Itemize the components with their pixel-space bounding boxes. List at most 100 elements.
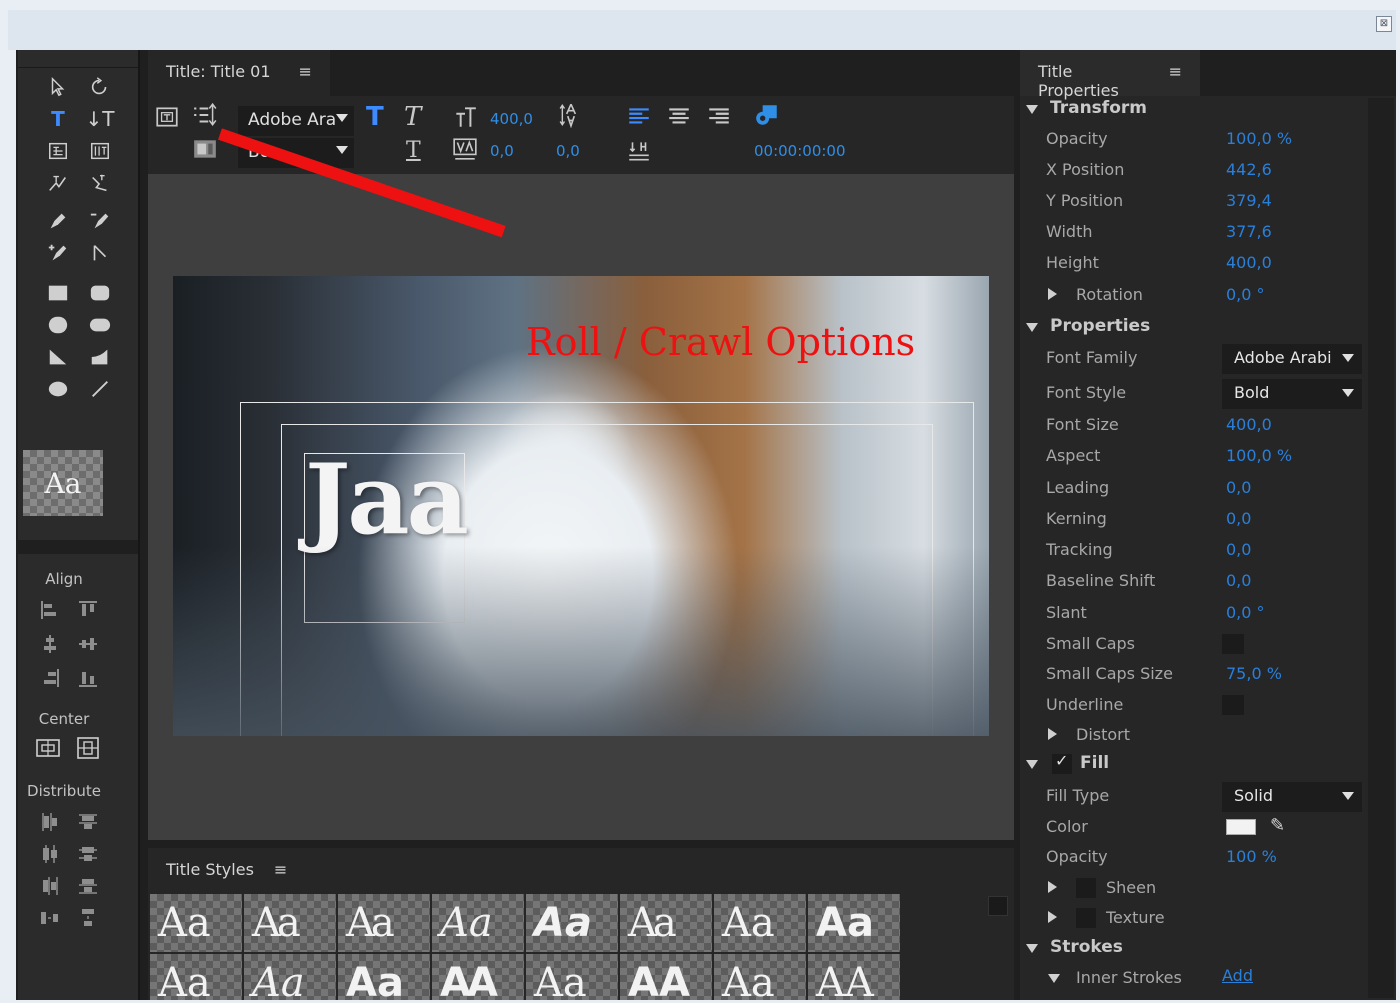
property-value[interactable]: 0,0 [1226,540,1251,559]
small-caps-checkbox[interactable] [1222,634,1244,654]
distribute-right-icon[interactable] [38,874,62,898]
properties-section[interactable]: Properties [1020,313,1366,341]
texture-checkbox[interactable] [1076,908,1096,928]
title-styles-tab[interactable]: Title Styles ≡ [148,848,305,894]
style-swatch[interactable]: Aa [244,894,336,952]
property-value[interactable]: 400,0 [1226,415,1272,434]
expand-triangle-icon[interactable] [1026,760,1038,769]
distribute-center-horizontal-icon[interactable] [38,842,62,866]
distribute-even-vertical-icon[interactable] [76,906,100,930]
property-value[interactable]: 377,6 [1226,222,1272,241]
property-value[interactable]: 0,0 [1226,571,1251,590]
distribute-bottom-icon[interactable] [76,874,100,898]
bold-icon[interactable]: T [366,102,384,132]
style-swatch[interactable]: Aa [526,894,618,952]
kerning-value[interactable]: 0,0 [490,142,514,160]
italic-icon[interactable]: T [404,102,421,132]
rounded-corner-tool-icon[interactable] [82,310,118,340]
font-style-dropdown[interactable]: Bold [1222,379,1362,409]
align-center-horizontal-icon[interactable] [38,632,62,656]
align-center-vertical-icon[interactable] [76,632,100,656]
roll-crawl-options-icon[interactable] [192,102,218,133]
properties-scrollbar[interactable] [1368,98,1394,998]
sheen-row[interactable]: Sheen [1020,874,1366,902]
property-value[interactable]: 0,0 [1226,478,1251,497]
delete-anchor-point-icon[interactable] [82,206,118,236]
style-swatch[interactable]: Aa [432,894,524,952]
style-swatch[interactable]: AA [620,954,712,1000]
title-text-object[interactable]: Jaa [305,452,469,548]
vertical-type-tool-icon[interactable]: ↓T [82,104,118,134]
align-center-text-icon[interactable] [666,104,692,135]
align-top-icon[interactable] [76,598,100,622]
underline-icon[interactable]: T [406,138,421,163]
title-styles-menu-icon[interactable]: ≡ [274,860,287,882]
distribute-even-horizontal-icon[interactable] [38,906,62,930]
style-swatch[interactable]: AA [808,954,900,1000]
rectangle-tool-icon[interactable] [40,278,76,308]
expand-triangle-icon[interactable] [1048,881,1057,893]
font-family-dropdown[interactable]: Adobe Arabi [1222,344,1362,374]
style-swatch[interactable]: Aa [338,894,430,952]
center-horizontal-icon[interactable] [36,736,64,760]
eyedropper-icon[interactable]: ✎ [1270,815,1285,836]
vertical-area-type-tool-icon[interactable] [82,136,118,166]
align-left-text-icon[interactable] [626,104,652,135]
property-value[interactable]: 0,0 [1226,509,1251,528]
sheen-checkbox[interactable] [1076,878,1096,898]
transform-section[interactable]: Transform [1020,95,1366,123]
font-family-select[interactable]: Adobe Ara [238,106,354,136]
ellipse-tool-icon[interactable] [40,374,76,404]
property-value[interactable]: 100 % [1226,847,1277,866]
property-value[interactable]: 0,0 ° [1226,603,1265,622]
area-type-tool-icon[interactable] [40,136,76,166]
vertical-path-type-tool-icon[interactable] [82,168,118,198]
new-title-icon[interactable] [154,104,180,135]
arc-tool-icon[interactable] [82,342,118,372]
property-value[interactable]: 379,4 [1226,191,1272,210]
distribute-left-icon[interactable] [38,810,62,834]
leading-value[interactable]: 0,0 [556,142,580,160]
close-icon[interactable]: ⊠ [1376,16,1392,32]
style-swatch[interactable]: Aa [244,954,336,1000]
expand-triangle-icon[interactable] [1048,288,1057,300]
title-properties-tab[interactable]: Title Properties ≡ [1020,50,1200,100]
expand-triangle-icon[interactable] [1048,911,1057,923]
texture-row[interactable]: Texture [1020,904,1366,932]
title-styles-scrollbar[interactable] [988,896,1008,916]
path-type-tool-icon[interactable] [40,168,76,198]
style-swatch[interactable]: Aa [150,954,242,1000]
style-swatch[interactable]: Aa [620,894,712,952]
align-bottom-icon[interactable] [76,666,100,690]
add-anchor-point-icon[interactable] [40,238,76,268]
line-tool-icon[interactable] [82,374,118,404]
color-swatch[interactable] [1226,819,1256,835]
templates-icon[interactable] [192,136,218,167]
clipped-rectangle-tool-icon[interactable] [40,310,76,340]
title-panel-menu-icon[interactable]: ≡ [299,62,312,84]
underline-checkbox[interactable] [1222,695,1244,715]
style-swatch[interactable]: AA [432,954,524,1000]
font-size-value[interactable]: 400,0 [490,110,533,128]
title-properties-menu-icon[interactable]: ≡ [1169,62,1182,84]
expand-triangle-icon[interactable] [1026,944,1038,953]
fill-type-dropdown[interactable]: Solid [1222,782,1362,812]
align-right-icon[interactable] [38,666,62,690]
title-tab[interactable]: Title: Title 01 ≡ [148,50,330,96]
property-value[interactable]: 0,0 ° [1226,285,1265,304]
kerning-icon[interactable] [452,136,478,167]
property-value[interactable]: 100,0 % [1226,446,1292,465]
style-swatch[interactable]: Aa [714,894,806,952]
style-swatch[interactable]: Aa [526,954,618,1000]
timecode-value[interactable]: 00:00:00:00 [754,142,846,160]
property-value[interactable]: 442,6 [1226,160,1272,179]
leading-icon[interactable] [558,102,584,133]
show-background-video-icon[interactable] [754,102,780,133]
type-tool-icon[interactable]: T [40,104,76,134]
center-vertical-icon[interactable] [76,736,104,760]
align-left-icon[interactable] [38,598,62,622]
tab-stops-icon[interactable] [626,138,652,169]
add-inner-stroke-link[interactable]: Add [1222,966,1253,985]
distribute-top-icon[interactable] [76,810,100,834]
style-swatch[interactable]: Aa [150,894,242,952]
